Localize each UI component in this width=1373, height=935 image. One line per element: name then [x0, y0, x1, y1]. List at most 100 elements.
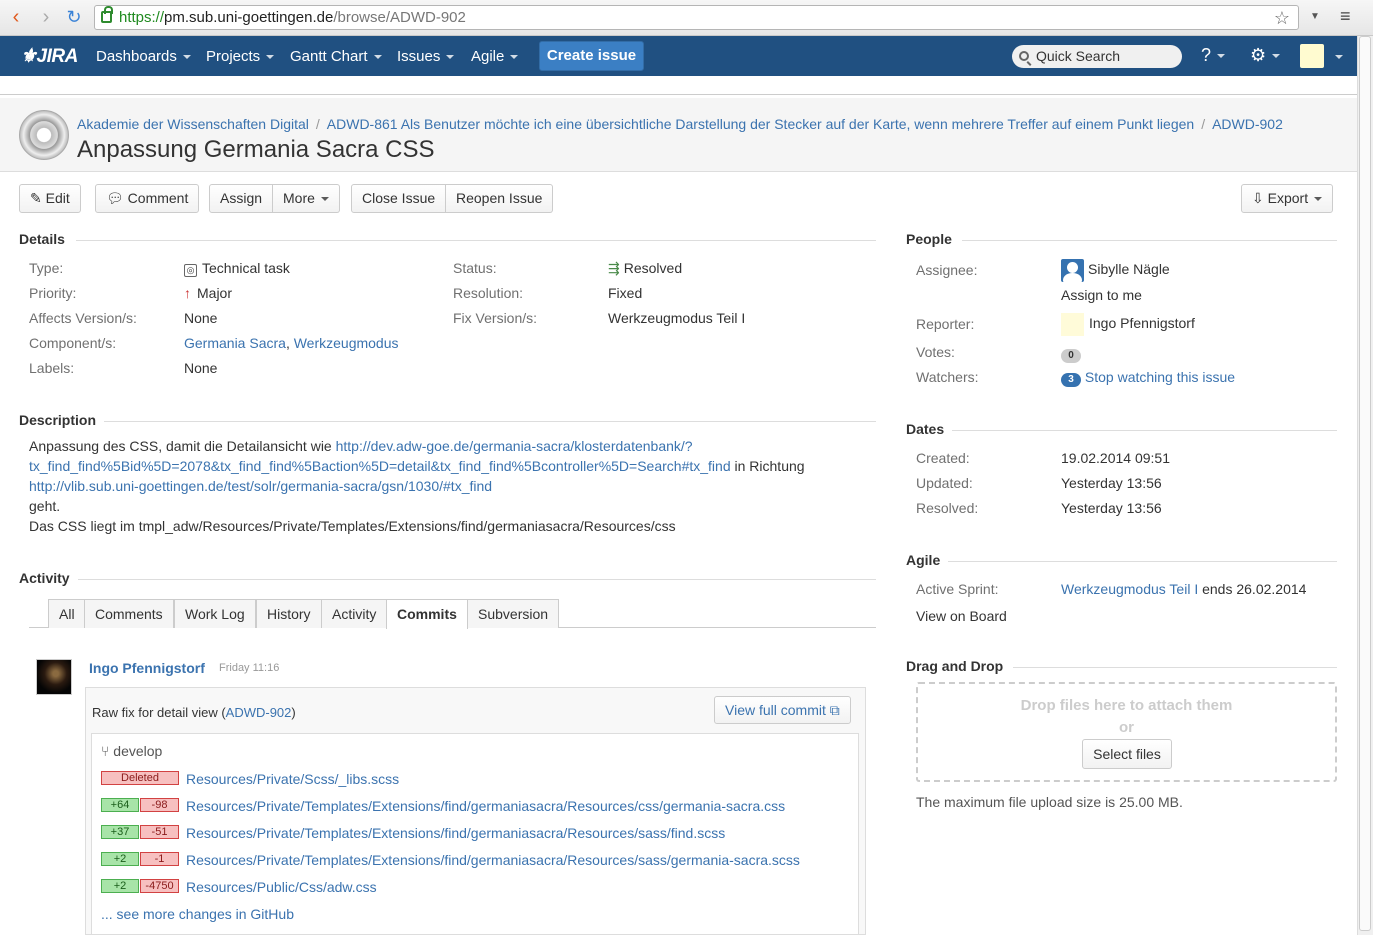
scrollbar-thumb[interactable] [1359, 36, 1371, 931]
changed-file-link[interactable]: Resources/Private/Scss/_libs.scss [186, 771, 399, 787]
caret-down-icon [446, 55, 455, 60]
labels-label: Labels: [29, 360, 75, 376]
type-label: Type: [29, 260, 64, 276]
drag-drop-heading: Drag and Drop [906, 658, 1004, 674]
tab-work-log[interactable]: Work Log [174, 599, 256, 628]
reload-icon[interactable]: ↻ [64, 7, 84, 27]
votes-value[interactable]: 0 [1061, 345, 1081, 363]
crumb-parent-issue[interactable]: ADWD-861 Als Benutzer möchte ich eine üb… [327, 116, 1194, 132]
reporter-name: Ingo Pfennigstorf [1089, 315, 1195, 332]
view-full-commit-label: View full commit [725, 702, 826, 718]
tab-activity[interactable]: Activity [321, 599, 388, 628]
description-text: Anpassung des CSS, damit die Detailansic… [29, 438, 336, 454]
description-body: Anpassung des CSS, damit die Detailansic… [29, 436, 869, 536]
nav-issues[interactable]: Issues [397, 48, 455, 65]
nav-agile[interactable]: Agile [471, 48, 519, 65]
tab-history[interactable]: History [256, 599, 322, 628]
commit-time: Friday 11:16 [219, 662, 280, 674]
user-avatar[interactable] [1300, 44, 1324, 68]
deletions-badge: -98 [140, 798, 179, 812]
comment-button[interactable]: 💬︎ Comment [95, 184, 200, 213]
nav-dashboards-label: Dashboards [96, 48, 177, 65]
assign-to-me-link[interactable]: Assign to me [1061, 287, 1142, 303]
forward-icon[interactable]: › [36, 7, 56, 27]
user-menu-caret[interactable] [1329, 48, 1343, 64]
type-text: Technical task [202, 260, 290, 276]
votes-count: 0 [1061, 349, 1081, 363]
nav-projects[interactable]: Projects [206, 48, 275, 65]
commit-message-text: Raw fix for detail view ( [92, 705, 226, 720]
more-button[interactable]: More [273, 184, 340, 213]
issue-title: Anpassung Germania Sacra CSS [77, 136, 435, 163]
priority-value: ↑ Major [184, 285, 232, 301]
close-issue-button[interactable]: Close Issue [351, 184, 447, 213]
external-link-icon: ⧉ [829, 702, 840, 718]
quick-search-input[interactable]: Quick Search [1012, 45, 1182, 68]
tab-subversion[interactable]: Subversion [467, 599, 560, 628]
changed-file-link[interactable]: Resources/Public/Css/adw.css [186, 879, 377, 895]
fix-version-link[interactable]: Werkzeugmodus Teil I [608, 310, 745, 326]
changed-file-link[interactable]: Resources/Private/Templates/Extensions/f… [186, 852, 800, 868]
select-files-button[interactable]: Select files [1082, 739, 1172, 769]
stop-watching-link[interactable]: Stop watching this issue [1085, 369, 1235, 385]
additions-badge: +37 [101, 825, 139, 839]
resolution-label: Resolution: [453, 285, 524, 301]
speech-bubble-icon: 💬︎ [106, 190, 124, 206]
assignee-label: Assignee: [916, 262, 978, 278]
crumb-issue-key[interactable]: ADWD-902 [1212, 116, 1283, 132]
bookmark-star-icon[interactable]: ☆ [1274, 7, 1290, 30]
tab-comments[interactable]: Comments [84, 599, 174, 628]
arrow-up-icon: ↑ [184, 285, 191, 301]
changed-file-link[interactable]: Resources/Private/Templates/Extensions/f… [186, 825, 725, 841]
changed-file-link[interactable]: Resources/Private/Templates/Extensions/f… [186, 798, 785, 814]
edit-button[interactable]: ✎ Edit [19, 184, 81, 213]
crumb-project[interactable]: Akademie der Wissenschaften Digital [77, 116, 309, 132]
updated-value: Yesterday 13:56 [1061, 475, 1162, 491]
assign-button[interactable]: Assign [209, 184, 274, 213]
view-full-commit-button[interactable]: View full commit ⧉ [714, 696, 851, 724]
export-button[interactable]: ⇩ Export [1241, 184, 1334, 213]
edit-label: Edit [45, 190, 70, 206]
description-link[interactable]: http://vlib.sub.uni-goettingen.de/test/s… [29, 478, 492, 494]
commit-issue-link[interactable]: ADWD-902 [226, 705, 292, 720]
create-issue-button[interactable]: Create issue [539, 41, 644, 71]
dropdown-arrow-icon[interactable]: ▼ [1310, 11, 1320, 22]
gear-icon[interactable]: ⚙ [1250, 45, 1281, 66]
avatar [1061, 259, 1084, 282]
details-heading: Details [19, 231, 65, 247]
description-link[interactable]: http://dev.adw-goe.de/germania-sacra/klo… [336, 438, 693, 454]
nav-gantt-chart[interactable]: Gantt Chart [290, 48, 382, 65]
url-host: pm.sub.uni-goettingen.de [164, 9, 334, 26]
people-heading: People [906, 231, 952, 247]
additions-badge: +64 [101, 798, 139, 812]
resolved-status-icon: ⇶ [608, 260, 620, 276]
jira-logo-text: JIRA [36, 46, 79, 67]
tab-commits[interactable]: Commits [386, 599, 468, 629]
crumb-separator: / [315, 116, 320, 132]
avatar[interactable] [36, 659, 72, 695]
tab-all[interactable]: All [48, 599, 86, 628]
drop-or-text: or [1119, 719, 1134, 736]
component-link[interactable]: Germania Sacra [184, 335, 286, 351]
deletions-badge: -51 [140, 825, 179, 839]
address-bar[interactable]: https://pm.sub.uni-goettingen.de/browse/… [94, 5, 1299, 30]
caret-down-icon [266, 55, 275, 60]
browser-menu-icon[interactable]: ≡ [1340, 6, 1351, 27]
view-on-board-link[interactable]: View on Board [916, 608, 1007, 624]
jira-logo[interactable]: ⚜JIRA [20, 45, 78, 68]
commit-author[interactable]: Ingo Pfennigstorf [89, 660, 205, 676]
sprint-link[interactable]: Werkzeugmodus Teil I [1061, 581, 1198, 597]
see-more-link[interactable]: ... see more changes in GitHub [101, 906, 294, 922]
quick-search-placeholder: Quick Search [1036, 48, 1121, 64]
description-link[interactable]: tx_find_find%5Bid%5D=2078&tx_find_find%5… [29, 458, 731, 474]
url-path: /browse/ADWD-902 [333, 9, 466, 26]
description-line: http://vlib.sub.uni-goettingen.de/test/s… [29, 476, 869, 496]
reopen-issue-button[interactable]: Reopen Issue [446, 184, 554, 213]
avatar [1061, 313, 1084, 336]
nav-dashboards[interactable]: Dashboards [96, 48, 191, 65]
back-icon[interactable]: ‹ [6, 7, 26, 27]
component-link[interactable]: Werkzeugmodus [294, 335, 399, 351]
priority-label: Priority: [29, 285, 77, 301]
project-avatar[interactable] [19, 110, 69, 160]
help-icon[interactable]: ? [1201, 45, 1226, 66]
